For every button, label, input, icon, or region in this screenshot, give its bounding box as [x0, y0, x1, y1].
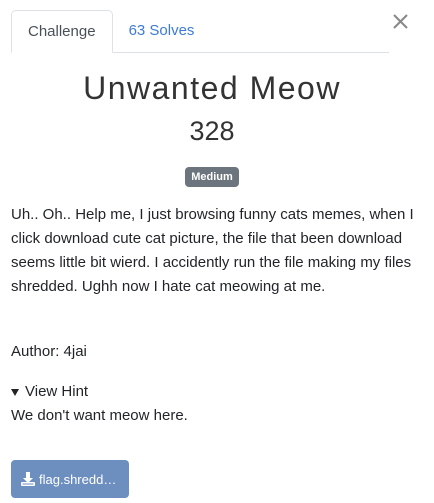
challenge-points: 328 [189, 116, 235, 146]
challenge-title: Unwanted Meow [83, 70, 341, 106]
hint-toggle[interactable]: View Hint [11, 380, 88, 404]
file-name-label: flag.shredd… [39, 471, 117, 487]
hint-summary-label: View Hint [25, 383, 89, 400]
challenge-modal: Challenge 63 Solves Unwanted Meow 328 Me… [0, 0, 434, 503]
close-button[interactable] [390, 10, 412, 32]
file-download-button[interactable]: flag.shredd… [11, 460, 129, 498]
caret-down-icon [11, 389, 19, 396]
difficulty-badge-wrap: Medium [0, 167, 424, 187]
challenge-author: Author: 4jai [11, 343, 87, 360]
challenge-description: Uh.. Oh.. Help me, I just browsing funny… [11, 206, 414, 295]
hint-content: We don't want meow here. [11, 407, 188, 424]
close-icon [393, 14, 408, 29]
download-icon [21, 472, 35, 486]
difficulty-badge: Medium [185, 167, 239, 187]
tab-challenge[interactable]: Challenge [11, 10, 113, 53]
tab-solves[interactable]: 63 Solves [113, 10, 211, 52]
tab-bar: Challenge 63 Solves [11, 10, 389, 53]
